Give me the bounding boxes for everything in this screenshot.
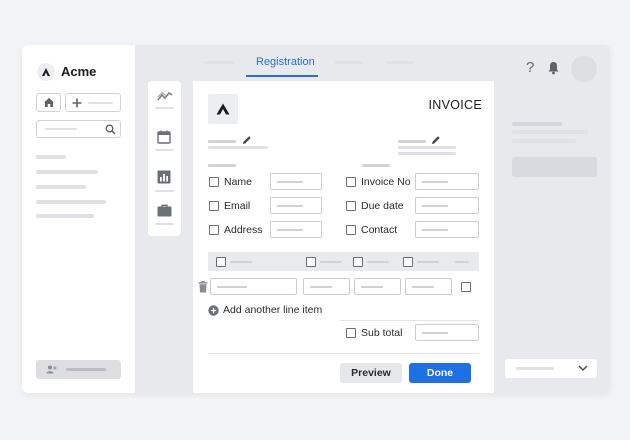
due-date-checkbox[interactable] xyxy=(346,201,356,211)
invoice-no-checkbox[interactable] xyxy=(346,177,356,187)
brand-name: Acme xyxy=(61,64,97,79)
subtotal-field[interactable] xyxy=(415,324,479,341)
subtotal-checkbox[interactable] xyxy=(346,328,356,338)
calendar-icon[interactable] xyxy=(157,130,171,144)
due-date-label: Due date xyxy=(361,200,404,212)
nav-item[interactable] xyxy=(36,155,66,159)
acme-logo xyxy=(37,63,55,81)
name-label: Name xyxy=(224,176,253,188)
plus-icon xyxy=(72,98,82,108)
contact-checkbox[interactable] xyxy=(346,225,356,235)
home-button[interactable] xyxy=(36,93,61,112)
nav-item[interactable] xyxy=(36,200,106,204)
preview-button[interactable]: Preview xyxy=(340,363,402,383)
edit-icon[interactable] xyxy=(242,135,252,145)
line-item-field[interactable] xyxy=(303,278,350,295)
due-date-field[interactable] xyxy=(415,197,479,214)
tab-registration[interactable]: Registration xyxy=(256,56,315,68)
name-checkbox[interactable] xyxy=(209,177,219,187)
column-checkbox[interactable] xyxy=(306,257,316,267)
add-button[interactable] xyxy=(65,93,121,112)
line-item-field[interactable] xyxy=(354,278,401,295)
line-item-field[interactable] xyxy=(405,278,452,295)
column-checkbox[interactable] xyxy=(216,257,226,267)
address-label: Address xyxy=(224,224,263,236)
dropdown-select[interactable] xyxy=(505,359,597,378)
company-logo[interactable] xyxy=(208,94,238,124)
chart-line-icon[interactable] xyxy=(157,91,173,101)
invoice-no-field[interactable] xyxy=(415,173,479,190)
column-checkbox[interactable] xyxy=(403,257,413,267)
nav-item[interactable] xyxy=(36,170,98,174)
active-tab-indicator xyxy=(246,75,318,77)
tab[interactable] xyxy=(204,61,234,64)
tool-rail xyxy=(148,81,181,236)
add-circle-icon[interactable] xyxy=(208,305,219,316)
tab[interactable] xyxy=(386,61,414,64)
user-profile-bar[interactable] xyxy=(36,360,121,379)
subtotal-label: Sub total xyxy=(361,327,403,339)
home-icon xyxy=(43,98,54,107)
panel-block xyxy=(512,157,597,177)
done-button[interactable]: Done xyxy=(409,363,471,383)
divider xyxy=(208,353,479,354)
search-icon xyxy=(105,124,116,135)
name-field[interactable] xyxy=(270,173,322,190)
divider xyxy=(340,320,479,321)
address-field[interactable] xyxy=(270,221,322,238)
sidebar: Acme xyxy=(22,45,135,393)
app-window: Acme Registration ? INVOICE Name Email A… xyxy=(22,45,610,393)
tab[interactable] xyxy=(335,61,363,64)
contact-label: Contact xyxy=(361,224,398,236)
nav-item[interactable] xyxy=(36,214,94,218)
search-input[interactable] xyxy=(36,120,121,138)
chevron-down-icon xyxy=(578,365,588,372)
address-checkbox[interactable] xyxy=(209,225,219,235)
invoice-sheet: INVOICE Name Email Address Invoice No Du… xyxy=(193,81,494,393)
right-panel xyxy=(494,45,610,393)
invoice-no-label: Invoice No xyxy=(361,176,411,188)
email-field[interactable] xyxy=(270,197,322,214)
invoice-title: INVOICE xyxy=(428,98,482,112)
contact-field[interactable] xyxy=(415,221,479,238)
email-label: Email xyxy=(224,200,251,212)
line-item-description[interactable] xyxy=(210,278,297,295)
line-item-checkbox[interactable] xyxy=(461,282,471,292)
email-checkbox[interactable] xyxy=(209,201,219,211)
briefcase-icon[interactable] xyxy=(157,204,172,217)
bar-chart-icon[interactable] xyxy=(157,170,171,184)
add-line-item-link[interactable]: Add another line item xyxy=(223,304,322,316)
line-items-header xyxy=(208,252,479,271)
edit-icon[interactable] xyxy=(431,135,441,145)
column-checkbox[interactable] xyxy=(353,257,363,267)
trash-icon[interactable] xyxy=(198,281,208,293)
user-icon xyxy=(46,365,57,374)
nav-item[interactable] xyxy=(36,185,86,189)
